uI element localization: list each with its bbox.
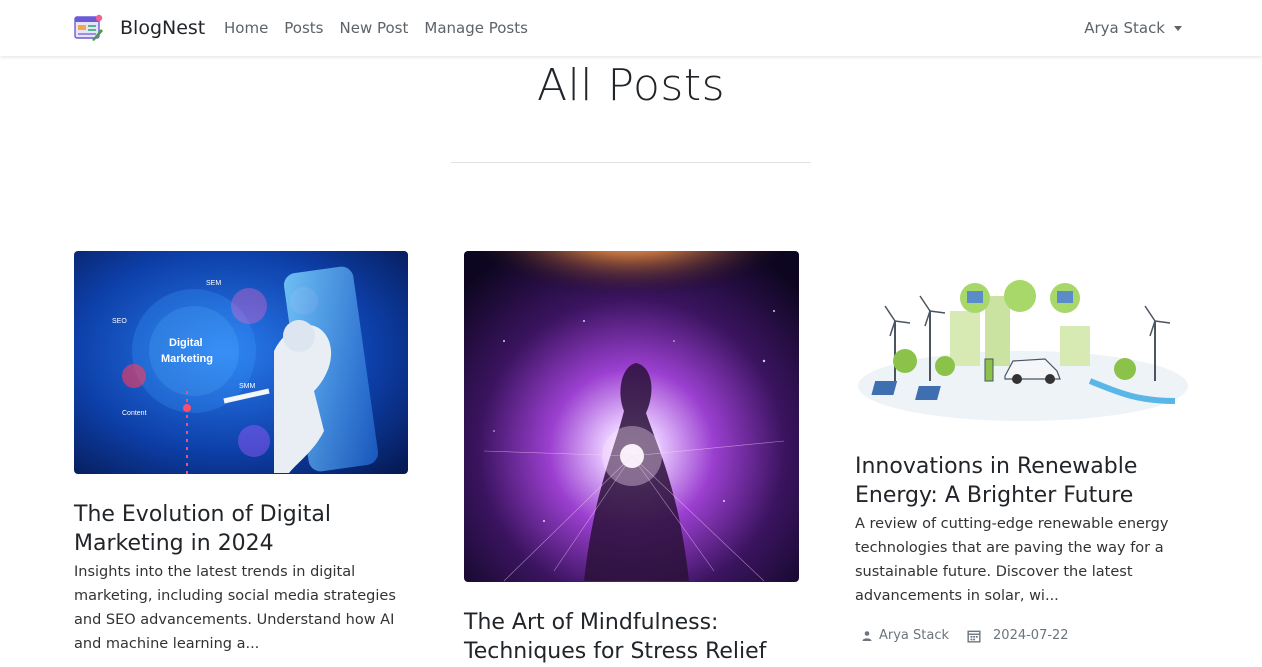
post-title[interactable]: The Art of Mindfulness: Techniques for S… bbox=[464, 608, 799, 666]
user-dropdown[interactable]: Arya Stack bbox=[1084, 19, 1182, 37]
page-title: All Posts bbox=[536, 60, 726, 111]
blog-logo-icon bbox=[74, 14, 103, 41]
post-excerpt: A review of cutting-edge renewable energ… bbox=[855, 516, 1169, 604]
calendar-icon bbox=[967, 630, 981, 643]
user-name: Arya Stack bbox=[1084, 19, 1165, 37]
post-title[interactable]: Innovations in Renewable Energy: A Brigh… bbox=[855, 452, 1190, 510]
brand-name: BlogNest bbox=[120, 17, 206, 39]
nav-link-new-post[interactable]: New Post bbox=[340, 19, 409, 37]
marketing-label: Marketing bbox=[161, 353, 213, 365]
smm-label: SMM bbox=[239, 383, 256, 390]
post-card: Digital Marketing SEM SEO SMM Content Th… bbox=[74, 251, 408, 656]
content-label: Content bbox=[122, 410, 147, 417]
post-card: Innovations in Renewable Energy: A Brigh… bbox=[855, 251, 1190, 643]
post-excerpt: Insights into the latest trends in digit… bbox=[74, 564, 396, 652]
post-title[interactable]: The Evolution of Digital Marketing in 20… bbox=[74, 500, 408, 558]
post-image-digital-marketing[interactable]: Digital Marketing SEM SEO SMM Content bbox=[74, 251, 408, 474]
top-navbar: BlogNest Home Posts New Post Manage Post… bbox=[0, 0, 1262, 56]
seo-label: SEO bbox=[112, 318, 127, 325]
post-image-renewable-energy[interactable] bbox=[855, 251, 1190, 431]
post-author: Arya Stack bbox=[879, 628, 950, 643]
title-divider bbox=[451, 162, 811, 163]
brand[interactable]: BlogNest bbox=[74, 14, 205, 42]
sem-label: SEM bbox=[206, 280, 221, 287]
post-image-mindfulness[interactable] bbox=[464, 251, 799, 582]
nav-link-manage-posts[interactable]: Manage Posts bbox=[424, 19, 528, 37]
post-date: 2024-07-22 bbox=[993, 628, 1069, 643]
nav-link-posts[interactable]: Posts bbox=[284, 19, 323, 37]
digital-label: Digital bbox=[169, 337, 203, 349]
post-card: The Art of Mindfulness: Techniques for S… bbox=[464, 251, 799, 666]
nav-link-home[interactable]: Home bbox=[224, 19, 268, 37]
caret-down-icon bbox=[1174, 25, 1182, 31]
post-meta: Arya Stack 2024-07-22 bbox=[855, 628, 1190, 643]
user-icon bbox=[862, 630, 872, 641]
nav-links: Home Posts New Post Manage Posts bbox=[224, 19, 544, 37]
